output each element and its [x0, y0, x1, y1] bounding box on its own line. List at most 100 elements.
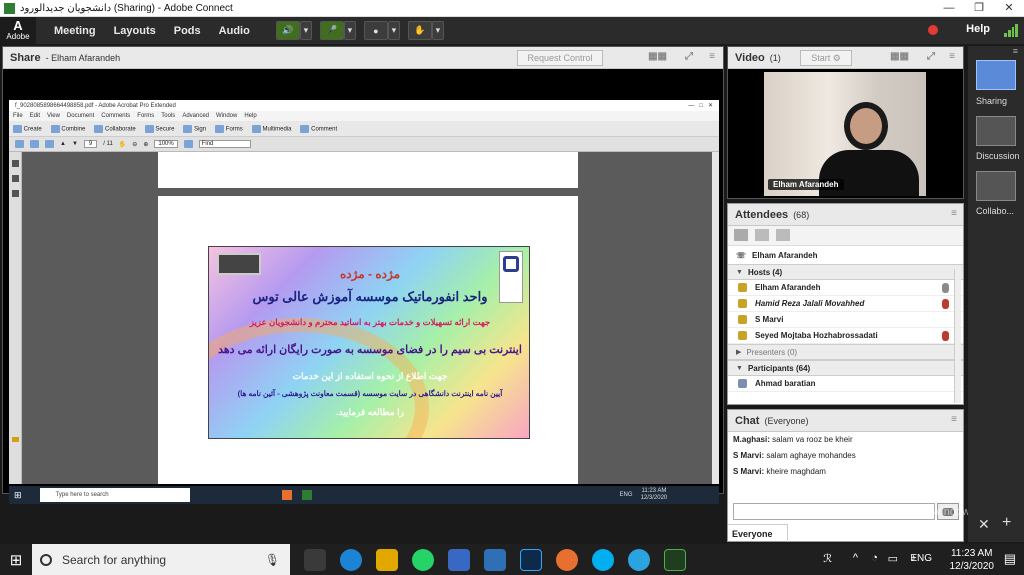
raise-hand-menu-button[interactable]: ▾	[431, 21, 444, 40]
skype-icon[interactable]	[592, 548, 614, 571]
notifications-icon[interactable]: ▤	[1004, 551, 1016, 567]
minimize-button[interactable]: —	[934, 0, 964, 17]
menu-audio[interactable]: Audio	[219, 25, 250, 37]
photoshop-icon[interactable]	[520, 548, 542, 571]
taskbar-search[interactable]: Search for anything 🎙	[32, 544, 290, 575]
acrobat-menu-comments[interactable]: Comments	[101, 113, 130, 119]
open-icon[interactable]	[15, 140, 24, 148]
pod-menu-icon[interactable]: ≡	[709, 51, 715, 62]
acrobat-menu-help[interactable]: Help	[244, 113, 256, 119]
language-indicator[interactable]: ENG	[910, 553, 932, 564]
forms-button[interactable]: Forms	[215, 124, 243, 133]
attendee-row[interactable]: Hamid Reza Jalali Movahhed	[728, 296, 963, 312]
adobe-connect-taskbar-icon[interactable]	[664, 548, 686, 571]
layout-sharing-thumbnail[interactable]	[976, 60, 1016, 90]
bookmarks-icon[interactable]	[11, 175, 19, 182]
menu-meeting[interactable]: Meeting	[54, 25, 96, 37]
acrobat-menu-advanced[interactable]: Advanced	[182, 113, 209, 119]
acrobat-window-controls-icon[interactable]: — □ ✕	[688, 102, 713, 109]
taskbar-clock[interactable]: 11:23 AM 12/3/2020	[950, 547, 995, 573]
print-icon[interactable]	[30, 140, 39, 148]
video-pod-menu-icon[interactable]: ≡	[949, 51, 955, 62]
video-fullscreen-icon[interactable]: ⤢	[927, 51, 935, 62]
battery-icon[interactable]: ▭	[888, 552, 898, 565]
acrobat-menu-forms[interactable]: Forms	[137, 113, 154, 119]
presenters-group[interactable]: ▶ Presenters (0)	[728, 344, 963, 360]
edge-icon[interactable]	[340, 548, 362, 571]
raise-hand-button[interactable]: ✋	[407, 21, 432, 40]
hand-tool-icon[interactable]: ✋	[119, 141, 126, 148]
microphone-menu-button[interactable]: ▾	[343, 21, 356, 40]
comment-button[interactable]: Comment	[300, 124, 337, 133]
pages-icon[interactable]	[11, 160, 19, 167]
webcam-menu-button[interactable]: ▾	[387, 21, 400, 40]
find-input[interactable]: Find	[198, 140, 251, 148]
combine-button[interactable]: Combine	[50, 124, 85, 133]
speaker-button[interactable]: 🔊	[275, 21, 300, 40]
previous-page-icon[interactable]: ▲	[60, 141, 66, 147]
my-status-row[interactable]: ☏ Elham Afarandeh	[728, 246, 963, 264]
request-control-button[interactable]: Request Control	[517, 50, 603, 66]
attendees-scrollbar[interactable]	[954, 269, 961, 403]
hosts-group[interactable]: ▼ Hosts (4)	[728, 264, 963, 280]
acrobat-menu-edit[interactable]: Edit	[30, 113, 40, 119]
participants-group[interactable]: ▼ Participants (64)	[728, 360, 963, 376]
layout-discussion-thumbnail[interactable]	[976, 116, 1016, 146]
zoom-in-icon[interactable]: ⊕	[143, 141, 148, 148]
file-explorer-icon[interactable]	[376, 548, 398, 571]
attendee-row[interactable]: Ahmad baratian	[728, 376, 963, 392]
tools-icon[interactable]: ✕	[978, 516, 990, 533]
acrobat-menu-tools[interactable]: Tools	[161, 113, 175, 119]
chevron-up-icon[interactable]: ^	[853, 552, 858, 564]
page-number-input[interactable]: 9	[83, 140, 98, 148]
whatsapp-icon[interactable]	[412, 548, 434, 571]
firefox-icon[interactable]	[556, 548, 578, 571]
chat-menu-icon[interactable]: ≡	[951, 414, 957, 425]
microphone-button[interactable]: 🎤	[319, 21, 344, 40]
multimedia-button[interactable]: Multimedia	[251, 124, 291, 133]
email-icon[interactable]	[45, 140, 54, 148]
maximize-button[interactable]: ❐	[964, 0, 994, 17]
start-webcam-button[interactable]: Start ⚙	[800, 50, 852, 66]
secure-button[interactable]: Secure	[144, 124, 174, 133]
telegram-icon[interactable]	[628, 548, 650, 571]
add-layout-icon[interactable]: +	[1002, 514, 1011, 532]
sign-button[interactable]: Sign	[183, 124, 206, 133]
layout-view-icon[interactable]: ▦▦	[648, 51, 667, 62]
people-icon[interactable]: ℛ	[823, 552, 832, 565]
zoom-select[interactable]: 100%	[154, 140, 178, 148]
photos-icon[interactable]	[484, 548, 506, 571]
acrobat-menu-file[interactable]: File	[13, 113, 23, 119]
zoom-out-icon[interactable]: ⊖	[132, 141, 137, 148]
menu-layouts[interactable]: Layouts	[114, 25, 156, 37]
grid-view-icon[interactable]	[755, 229, 770, 241]
attendee-row[interactable]: S Marvi	[728, 312, 963, 328]
next-page-icon[interactable]: ▼	[72, 141, 78, 147]
menu-pods[interactable]: Pods	[174, 25, 201, 37]
signatures-icon[interactable]	[11, 190, 19, 197]
collaborate-button[interactable]: Collaborate	[94, 124, 136, 133]
chat-recipient-selector[interactable]: Everyone	[728, 524, 788, 542]
attendees-menu-icon[interactable]: ≡	[951, 208, 957, 219]
create-button[interactable]: Create	[13, 124, 42, 133]
fullscreen-icon[interactable]: ⤢	[685, 51, 693, 62]
layout-collaboration-thumbnail[interactable]	[976, 171, 1016, 201]
video-layout-icon[interactable]: ▦▦	[890, 51, 909, 62]
close-button[interactable]: ✕	[994, 0, 1024, 17]
document-area[interactable]: مژده - مژده واحد انفورماتیک موسسه آموزش …	[23, 152, 712, 484]
layout-discussion-label[interactable]: Discussion	[976, 151, 1020, 161]
acrobat-menu-view[interactable]: View	[47, 113, 60, 119]
acrobat-menu-document[interactable]: Document	[67, 113, 94, 119]
network-icon[interactable]: ◔	[871, 552, 878, 564]
start-button[interactable]: ⊞	[0, 544, 32, 575]
status-view-icon[interactable]	[776, 229, 791, 241]
acrobat-menu-window[interactable]: Window	[216, 113, 237, 119]
menu-help[interactable]: Help	[966, 23, 990, 35]
webcam-button[interactable]: ●	[363, 21, 388, 40]
list-view-icon[interactable]	[734, 229, 748, 241]
task-view-icon[interactable]	[304, 548, 326, 571]
fit-page-icon[interactable]	[183, 140, 193, 148]
layout-sharing-label[interactable]: Sharing	[976, 96, 1007, 106]
attendee-row[interactable]: Seyed Mojtaba Hozhabrossadati	[728, 328, 963, 344]
store-icon[interactable]	[448, 548, 470, 571]
